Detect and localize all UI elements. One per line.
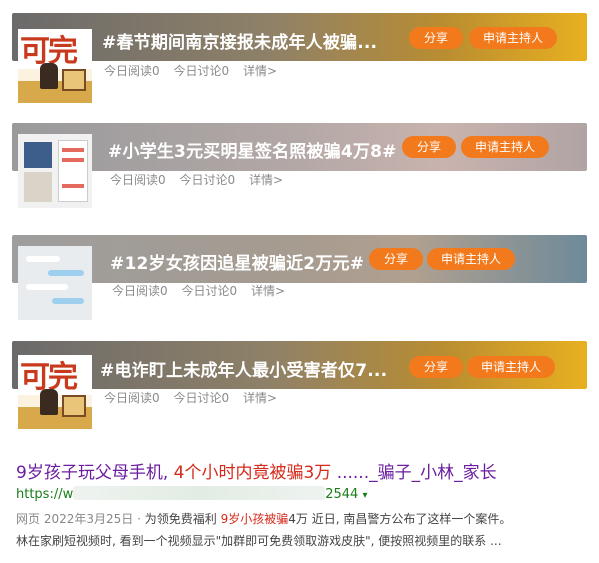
topic-thumbnail[interactable]: 可完	[18, 355, 92, 429]
today-discussions: 今日讨论0	[181, 284, 238, 298]
topic-meta: 今日阅读0 今日讨论0 详情>	[110, 171, 293, 188]
today-reads: 今日阅读0	[104, 64, 160, 78]
details-link[interactable]: 详情>	[243, 391, 277, 405]
snippet-text-b: 4万 近日, 南昌警方公布了这样一个案件。	[288, 512, 512, 526]
search-result-url[interactable]: https://w 2544 ▾	[16, 486, 368, 502]
apply-host-button[interactable]: 申请主持人	[427, 248, 515, 270]
topic-thumbnail[interactable]	[18, 246, 92, 320]
details-link[interactable]: 详情>	[249, 173, 283, 187]
topic-meta: 今日阅读0 今日讨论0 详情>	[104, 62, 287, 79]
result-title-highlight: 4个小时内竟被骗3万	[173, 463, 332, 483]
search-result-snippet-line1: 网页 2022年3月25日 · 为领免费福利 9岁小孩被骗4万 近日, 南昌警方…	[16, 510, 588, 527]
topic-title[interactable]: #12岁女孩因追星被骗近2万元#	[110, 249, 364, 274]
snippet-separator: ·	[137, 512, 141, 526]
details-link[interactable]: 详情>	[243, 64, 277, 78]
apply-host-button[interactable]: 申请主持人	[461, 136, 549, 158]
today-discussions: 今日讨论0	[179, 173, 236, 187]
snippet-text-a: 为领免费福利	[144, 512, 221, 526]
topic-meta: 今日阅读0 今日讨论0 详情>	[104, 389, 287, 406]
today-reads: 今日阅读0	[112, 284, 168, 298]
url-redacted	[73, 486, 326, 500]
share-button[interactable]: 分享	[409, 356, 463, 378]
today-reads: 今日阅读0	[104, 391, 160, 405]
result-title-part3: ......_骗子_小林_家长	[336, 463, 497, 483]
snippet-date: 2022年3月25日	[43, 512, 134, 526]
details-link[interactable]: 详情>	[251, 284, 285, 298]
snippet-source: 网页	[16, 512, 41, 526]
share-button[interactable]: 分享	[409, 27, 463, 49]
topic-card-3[interactable]: #12岁女孩因追星被骗近2万元# 分享 申请主持人 今日阅读0 今日讨论0 详情…	[12, 235, 587, 325]
search-result-snippet-line2: 林在家刷短视频时, 看到一个视频显示"加群即可免费领取游戏皮肤", 便按照视频里…	[16, 534, 502, 548]
url-prefix: https://w	[16, 487, 74, 502]
search-result-title[interactable]: 9岁孩子玩父母手机, 4个小时内竟被骗3万 ......_骗子_小林_家长	[16, 458, 497, 483]
today-reads: 今日阅读0	[110, 173, 166, 187]
snippet-highlight: 9岁小孩被骗	[220, 512, 289, 526]
today-discussions: 今日讨论0	[173, 391, 230, 405]
result-title-part1: 9岁孩子玩父母手机,	[16, 463, 169, 483]
share-button[interactable]: 分享	[369, 248, 423, 270]
apply-host-button[interactable]: 申请主持人	[469, 27, 557, 49]
apply-host-button[interactable]: 申请主持人	[467, 356, 555, 378]
topic-card-1[interactable]: 可完 #春节期间南京接报未成年人被骗... 分享 申请主持人 今日阅读0 今日讨…	[12, 13, 587, 103]
url-suffix: 2544	[325, 487, 359, 502]
today-discussions: 今日讨论0	[173, 64, 230, 78]
url-dropdown-icon[interactable]: ▾	[362, 490, 367, 501]
topic-card-4[interactable]: 可完 #电诈盯上未成年人最小受害者仅7... 分享 申请主持人 今日阅读0 今日…	[12, 341, 587, 431]
topic-thumbnail[interactable]: 可完	[18, 29, 92, 103]
share-button[interactable]: 分享	[402, 136, 456, 158]
topic-title[interactable]: #电诈盯上未成年人最小受害者仅7...	[100, 356, 387, 381]
topic-card-2[interactable]: #小学生3元买明星签名照被骗4万8# 分享 申请主持人 今日阅读0 今日讨论0 …	[12, 123, 587, 213]
topic-meta: 今日阅读0 今日讨论0 详情>	[112, 282, 295, 299]
topic-title[interactable]: #小学生3元买明星签名照被骗4万8#	[108, 137, 397, 162]
topic-thumbnail[interactable]	[18, 134, 92, 208]
topic-title[interactable]: #春节期间南京接报未成年人被骗...	[102, 28, 377, 53]
